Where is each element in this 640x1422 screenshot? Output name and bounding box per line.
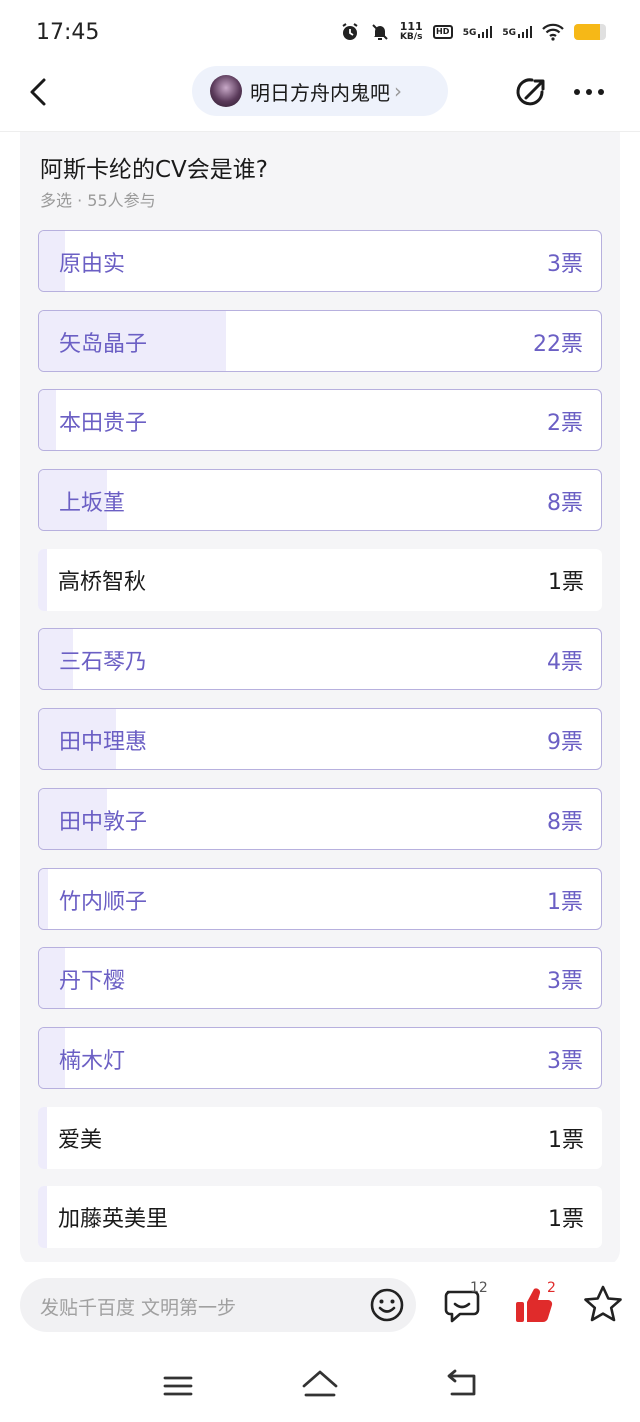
poll-option[interactable]: 丹下樱 3票 [38,947,602,1010]
battery-level [574,24,600,40]
vote-fill-bar [38,1186,47,1249]
option-votes: 1票 [548,1207,584,1233]
poll-option[interactable]: 本田贵子 2票 [38,389,602,452]
wifi-icon [542,23,564,41]
vote-fill-bar [39,390,57,451]
status-bar: 17:45 111 KB/s HD 5G 5G [0,0,640,66]
forum-name: 明日方舟内鬼吧 [250,80,390,105]
option-label: 田中理惠 [59,730,148,756]
poll-option[interactable]: 高桥智秋 1票 [38,548,602,611]
option-votes: 8票 [547,809,583,835]
option-votes: 3票 [547,252,583,277]
option-votes: 3票 [547,969,583,995]
signal-bars-icon [518,26,532,38]
vote-fill-bar [38,548,47,611]
option-votes: 4票 [547,650,583,676]
post-input[interactable]: 发贴千百度 文明第一步 [20,1278,416,1332]
back-arrow-icon[interactable] [22,74,58,110]
poll-option[interactable]: 加藤英美里 1票 [38,1186,602,1249]
poll-option[interactable]: 三石琴乃 4票 [38,628,602,691]
status-icons: 111 KB/s HD 5G 5G [340,20,606,42]
poll-option[interactable]: 竹内顺子 1票 [38,867,602,930]
signal-2-label: 5G [502,28,516,38]
net-speed-unit: KB/s [399,32,423,42]
option-votes: 2票 [547,411,583,437]
poll-card: 阿斯卡纶的CV会是谁? 多选 · 55人参与 原由实 3票 矢岛晶子 22票 本田贵… [20,132,620,1266]
system-nav-bar [0,1348,640,1422]
option-votes: 1票 [548,1127,584,1153]
option-label: 田中敦子 [59,809,148,835]
option-votes: 9票 [547,730,583,756]
option-label: 竹内顺子 [59,889,148,915]
bottom-action-bar: 发贴千百度 文明第一步 12 2 [0,1262,640,1348]
net-speed-value: 111 [399,20,423,33]
post-input-placeholder: 发贴千百度 文明第一步 [40,1297,237,1319]
net-speed: 111 KB/s [399,20,423,42]
hd-badge: HD [432,25,453,39]
poll-meta: 多选 · 55人参与 [40,191,156,210]
poll-option[interactable]: 田中敦子 8票 [38,787,602,850]
forum-avatar [210,75,242,107]
emoji-icon[interactable] [368,1286,406,1324]
poll-option[interactable]: 爱美 1票 [38,1106,602,1169]
option-votes: 3票 [547,1048,583,1074]
signal-1-label: 5G [462,28,477,38]
option-label: 高桥智秋 [58,569,147,595]
favorite-icon[interactable] [582,1284,624,1324]
signal-2: 5G [502,26,532,38]
option-votes: 1票 [547,889,583,915]
battery-icon [574,24,606,40]
poll-option[interactable]: 矢岛晶子 22票 [38,309,602,372]
poll-option[interactable]: 上坂堇 8票 [38,469,602,532]
option-label: 丹下樱 [59,969,126,995]
back-icon[interactable] [444,1368,480,1400]
option-votes: 1票 [548,569,584,595]
comment-count: 12 [470,1280,488,1296]
mute-icon [372,24,388,40]
poll-options: 原由实 3票 矢岛晶子 22票 本田贵子 2票 上坂堇 8票 高桥智秋 1票 三石琴乃 4票… [38,230,602,1266]
status-time: 17:45 [36,20,100,45]
poll-option[interactable]: 田中理惠 9票 [38,708,602,771]
option-label: 加藤英美里 [58,1207,169,1233]
home-icon[interactable] [300,1368,340,1402]
option-votes: 22票 [533,331,583,357]
signal-bars-icon [478,26,493,38]
more-icon[interactable] [570,78,608,106]
option-label: 爱美 [58,1127,103,1153]
menu-icon[interactable] [162,1372,194,1400]
vote-fill-bar [38,1106,47,1169]
poll-option[interactable]: 楠木灯 3票 [38,1026,602,1089]
option-label: 矢岛晶子 [59,331,148,357]
signal-1: 5G [463,26,493,38]
alarm-icon [342,23,358,40]
vote-fill-bar [39,868,48,929]
chevron-right-icon: › [394,79,402,103]
share-icon[interactable] [512,74,550,112]
option-label: 原由实 [59,252,126,277]
like-count: 2 [547,1280,556,1296]
poll-option[interactable]: 原由实 3票 [38,230,602,292]
option-label: 本田贵子 [59,411,148,437]
option-label: 三石琴乃 [59,650,148,676]
option-label: 楠木灯 [59,1048,126,1074]
option-votes: 8票 [547,491,583,517]
option-label: 上坂堇 [59,491,126,517]
forum-link[interactable]: 明日方舟内鬼吧 › [192,66,448,116]
poll-title: 阿斯卡纶的CV会是谁? [40,157,269,183]
header: 明日方舟内鬼吧 › [0,66,640,132]
